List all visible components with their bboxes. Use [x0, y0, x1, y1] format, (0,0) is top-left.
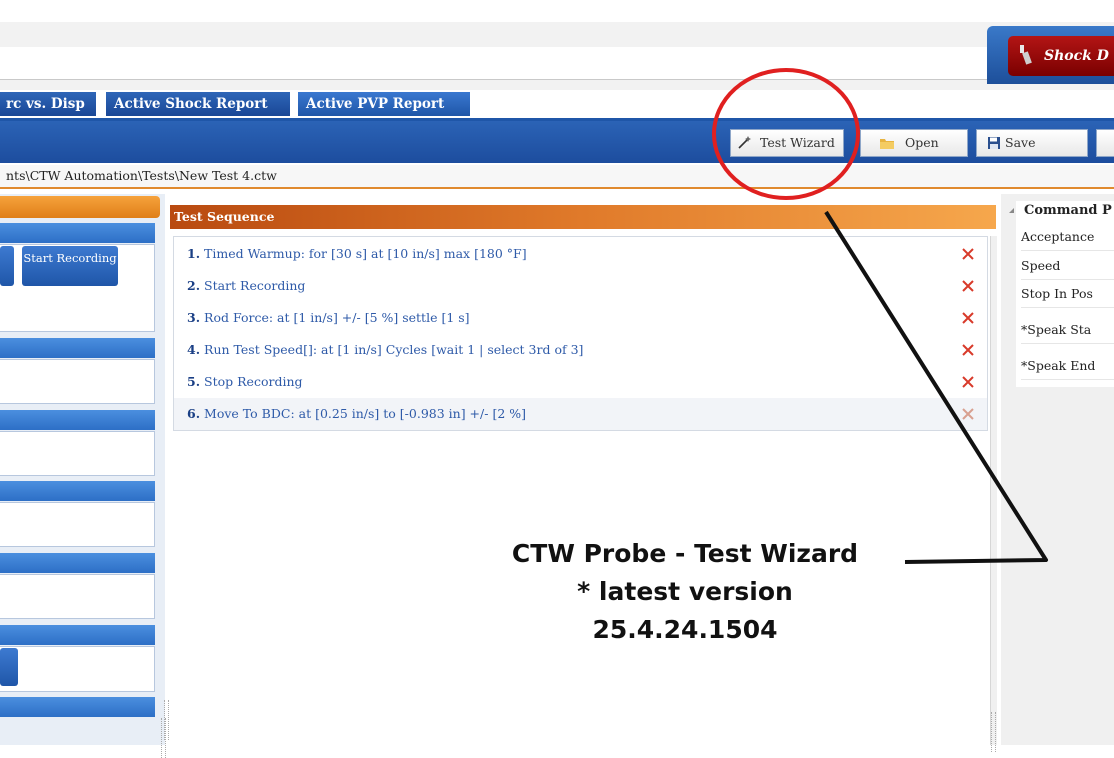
annotation-line: CTW Probe - Test Wizard: [511, 539, 859, 568]
delete-icon[interactable]: [961, 279, 975, 293]
save-button[interactable]: Save: [976, 129, 1088, 157]
test-wizard-label: Test Wizard: [760, 135, 835, 150]
tab-label: rc vs. Disp: [6, 96, 85, 112]
start-recording-button[interactable]: Start Recording: [22, 246, 118, 286]
left-hidden-button[interactable]: [0, 648, 18, 686]
step-text: 2. Start Recording: [187, 278, 306, 293]
left-section-header[interactable]: [0, 553, 155, 573]
delete-icon[interactable]: [961, 375, 975, 389]
delete-icon[interactable]: [961, 407, 975, 421]
sequence-step[interactable]: 5. Stop Recording: [174, 366, 987, 398]
test-sequence-title: Test Sequence: [174, 209, 275, 224]
step-text: 4. Run Test Speed[]: at [1 in/s] Cycles …: [187, 342, 584, 357]
header-strip: [0, 47, 988, 80]
open-button[interactable]: Open: [860, 129, 968, 157]
test-sequence-header: Test Sequence: [170, 205, 996, 229]
floppy-disk-icon: [988, 137, 1000, 149]
property-row[interactable]: Acceptance: [1021, 223, 1114, 251]
left-section-body: [0, 431, 155, 476]
property-row[interactable]: *Speak End: [1021, 352, 1114, 380]
sequence-step-selected[interactable]: 6. Move To BDC: at [0.25 in/s] to [-0.98…: [174, 398, 987, 430]
start-recording-label: Start Recording: [23, 251, 117, 265]
step-text: 3. Rod Force: at [1 in/s] +/- [5 %] sett…: [187, 310, 470, 325]
left-section-header[interactable]: [0, 481, 155, 501]
sequence-step[interactable]: 3. Rod Force: at [1 in/s] +/- [5 %] sett…: [174, 302, 987, 334]
command-panel-title: Command P: [1024, 203, 1112, 218]
annotation-text: CTW Probe - Test Wizard * latest version…: [475, 535, 895, 649]
step-text: 6. Move To BDC: at [0.25 in/s] to [-0.98…: [187, 406, 527, 421]
left-section-header[interactable]: [0, 410, 155, 430]
left-section-body: [0, 646, 155, 692]
collapse-triangle-icon[interactable]: [1008, 207, 1016, 215]
left-section-header[interactable]: [0, 338, 155, 358]
tab-label: Active Shock Report: [114, 96, 268, 112]
step-text: 5. Stop Recording: [187, 374, 303, 389]
file-path-bar: nts\CTW Automation\Tests\New Test 4.ctw: [0, 165, 1114, 189]
property-row[interactable]: Speed: [1021, 252, 1114, 280]
delete-icon[interactable]: [961, 311, 975, 325]
left-section-body: [0, 574, 155, 619]
save-label: Save: [1005, 135, 1036, 150]
left-section-header[interactable]: [0, 625, 155, 645]
sequence-step[interactable]: 1. Timed Warmup: for [30 s] at [10 in/s]…: [174, 238, 987, 270]
left-panel-header: [0, 196, 160, 218]
step-text: 1. Timed Warmup: for [30 s] at [10 in/s]…: [187, 246, 527, 261]
tab-label: Active PVP Report: [306, 96, 445, 112]
left-hidden-button[interactable]: [0, 246, 14, 286]
tab-active-shock-report[interactable]: Active Shock Report: [106, 92, 290, 116]
left-section-header[interactable]: [0, 697, 155, 717]
tab-force-vs-disp[interactable]: rc vs. Disp: [0, 92, 96, 116]
annotation-line: 25.4.24.1504: [592, 615, 778, 644]
tab-active-pvp-report[interactable]: Active PVP Report: [298, 92, 470, 116]
sequence-step[interactable]: 4. Run Test Speed[]: at [1 in/s] Cycles …: [174, 334, 987, 366]
more-button[interactable]: [1096, 129, 1114, 157]
left-section-header[interactable]: [0, 223, 155, 243]
annotation-line: * latest version: [577, 577, 793, 606]
folder-icon: [880, 139, 894, 149]
delete-icon[interactable]: [961, 247, 975, 261]
left-section-body: [0, 502, 155, 547]
right-grip[interactable]: [991, 712, 996, 752]
center-grip[interactable]: [164, 700, 169, 740]
property-row[interactable]: Stop In Pos: [1021, 280, 1114, 308]
delete-icon[interactable]: [961, 343, 975, 357]
sequence-step[interactable]: 2. Start Recording: [174, 270, 987, 302]
wand-icon: [738, 136, 751, 149]
test-wizard-button[interactable]: Test Wizard: [730, 129, 844, 157]
top-margin: [0, 0, 1114, 22]
file-path: nts\CTW Automation\Tests\New Test 4.ctw: [6, 168, 277, 183]
shock-absorber-icon: [1020, 45, 1032, 65]
open-label: Open: [905, 135, 939, 150]
property-row[interactable]: *Speak Sta: [1021, 316, 1114, 344]
center-splitter[interactable]: [990, 236, 997, 745]
left-section-body: [0, 359, 155, 404]
